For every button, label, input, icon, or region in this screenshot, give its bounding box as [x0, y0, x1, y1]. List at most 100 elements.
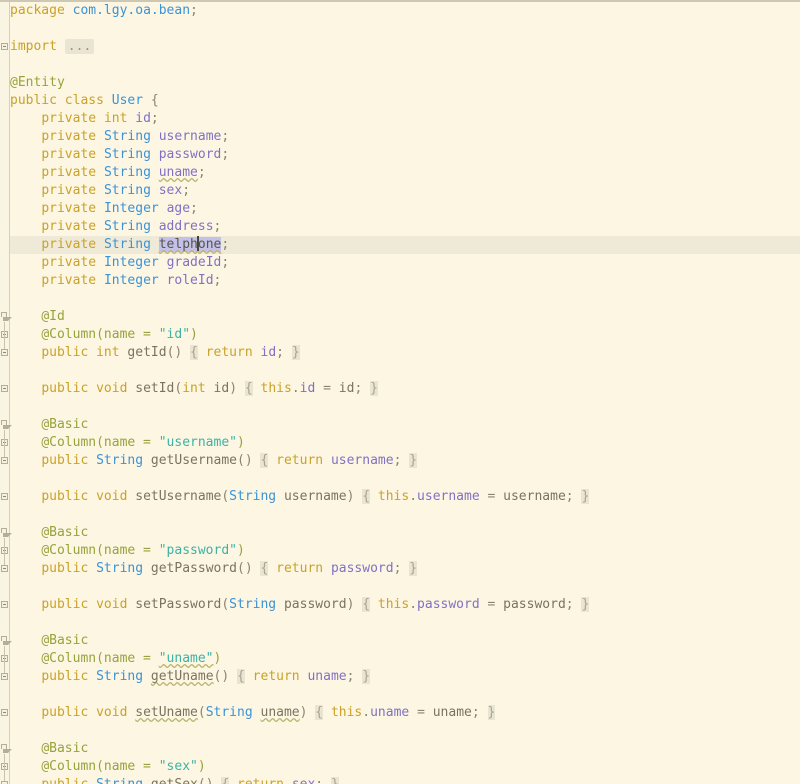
keyword-token: public: [41, 345, 89, 360]
code-line[interactable]: @Basic: [10, 740, 589, 758]
matched-brace: {: [362, 489, 371, 504]
code-line-empty[interactable]: [10, 506, 589, 524]
fold-method-getId-icon[interactable]: [1, 349, 8, 356]
code-line[interactable]: public int getId() { return id; }: [10, 344, 589, 362]
identifier-token: setUname: [135, 705, 198, 720]
identifier-token: ;: [213, 219, 222, 234]
code-line[interactable]: private Integer roleId;: [10, 272, 589, 290]
code-line-empty[interactable]: [10, 686, 589, 704]
annotation-token: @Entity: [10, 75, 65, 90]
identifier-token: {: [150, 93, 159, 108]
keyword-token: int: [182, 381, 206, 396]
code-line[interactable]: @Column(name = "sex"): [10, 758, 589, 776]
code-line[interactable]: private String uname;: [10, 164, 589, 182]
code-line[interactable]: @Basic: [10, 632, 589, 650]
identifier-token: id: [338, 381, 355, 396]
fold-method-setPassword-icon[interactable]: [1, 601, 8, 608]
code-surface[interactable]: package com.lgy.oa.bean; import ... @Ent…: [0, 2, 800, 784]
annotation-token: @Basic: [41, 417, 89, 432]
code-line[interactable]: public class User {: [10, 92, 589, 110]
code-line-empty[interactable]: [10, 20, 589, 38]
code-line[interactable]: private int id;: [10, 110, 589, 128]
code-line[interactable]: private String sex;: [10, 182, 589, 200]
code-line[interactable]: public String getUname() { return uname;…: [10, 668, 589, 686]
code-line[interactable]: @Basic: [10, 524, 589, 542]
fold-method-setId-icon[interactable]: [1, 385, 8, 392]
code-line[interactable]: public void setPassword(String password)…: [10, 596, 590, 614]
code-line-empty[interactable]: [10, 362, 589, 380]
identifier-token: ;: [315, 777, 323, 784]
code-line[interactable]: public String getPassword() { return pas…: [10, 560, 589, 578]
code-line[interactable]: @Column(name = "password"): [10, 542, 589, 560]
identifier-token: setUsername: [135, 489, 222, 504]
code-line[interactable]: package com.lgy.oa.bean;: [10, 2, 589, 20]
code-line[interactable]: private String telphone;: [10, 236, 589, 254]
fold-method-setUname-icon[interactable]: [1, 709, 8, 716]
fold-method-getUname-icon[interactable]: [1, 673, 8, 680]
fold-method-getPassword-icon[interactable]: [1, 565, 8, 572]
code-line-empty[interactable]: [10, 398, 589, 416]
code-line[interactable]: public String getUsername() { return use…: [10, 452, 589, 470]
code-line[interactable]: import ...: [10, 38, 589, 56]
field-token: roleId: [166, 273, 214, 288]
code-line-empty[interactable]: [10, 290, 589, 308]
code-line[interactable]: @Entity: [10, 74, 589, 92]
code-line[interactable]: @Column(name = "uname"): [10, 650, 589, 668]
code-line-empty[interactable]: [10, 470, 589, 488]
code-line[interactable]: @Id: [10, 308, 589, 326]
type-token: String: [96, 777, 143, 784]
fold-method-setUsername-icon[interactable]: [1, 493, 8, 500]
folded-region-placeholder[interactable]: ...: [64, 39, 95, 54]
matched-brace: }: [581, 489, 590, 504]
code-line-empty[interactable]: [10, 578, 589, 596]
type-token: String: [103, 237, 151, 252]
code-line[interactable]: public void setUsername(String username)…: [10, 488, 590, 506]
code-editor[interactable]: package com.lgy.oa.bean; import ... @Ent…: [0, 0, 800, 784]
code-line[interactable]: public String getSex() { return sex; }: [10, 776, 589, 784]
field-token: password: [158, 147, 222, 162]
code-line-empty[interactable]: [10, 614, 589, 632]
identifier-token: uname: [432, 705, 472, 720]
annotation-token: @Column(name =: [41, 327, 159, 342]
keyword-token: void: [96, 705, 128, 720]
code-line[interactable]: private String password;: [10, 146, 589, 164]
code-line[interactable]: @Basic: [10, 416, 589, 434]
editor-gutter[interactable]: [0, 2, 12, 784]
code-line[interactable]: public void setUname(String uname) { thi…: [10, 704, 589, 722]
field-token: uname: [307, 669, 347, 684]
code-line-empty[interactable]: [10, 722, 589, 740]
code-line[interactable]: private String address;: [10, 218, 589, 236]
fold-method-getUsername-icon[interactable]: [1, 457, 8, 464]
type-token: com.lgy.oa.bean: [72, 3, 191, 18]
fold-collapsed-import-icon[interactable]: [1, 43, 8, 50]
code-line[interactable]: private String username;: [10, 128, 589, 146]
field-token: username: [417, 489, 480, 504]
code-line[interactable]: @Column(name = "id"): [10, 326, 589, 344]
selected-identifier[interactable]: telphone: [158, 236, 222, 252]
code-text-area[interactable]: package com.lgy.oa.bean; import ... @Ent…: [10, 2, 590, 784]
code-line[interactable]: public void setId(int id) { this.id = id…: [10, 380, 589, 398]
fold-connector-line: [4, 646, 5, 673]
identifier-token: (): [198, 777, 214, 784]
code-line[interactable]: private Integer gradeId;: [10, 254, 589, 272]
annotation-token: @Column(name =: [41, 651, 159, 666]
code-line[interactable]: @Column(name = "username"): [10, 434, 589, 452]
code-line-empty[interactable]: [10, 56, 589, 74]
code-line[interactable]: private Integer age;: [10, 200, 589, 218]
